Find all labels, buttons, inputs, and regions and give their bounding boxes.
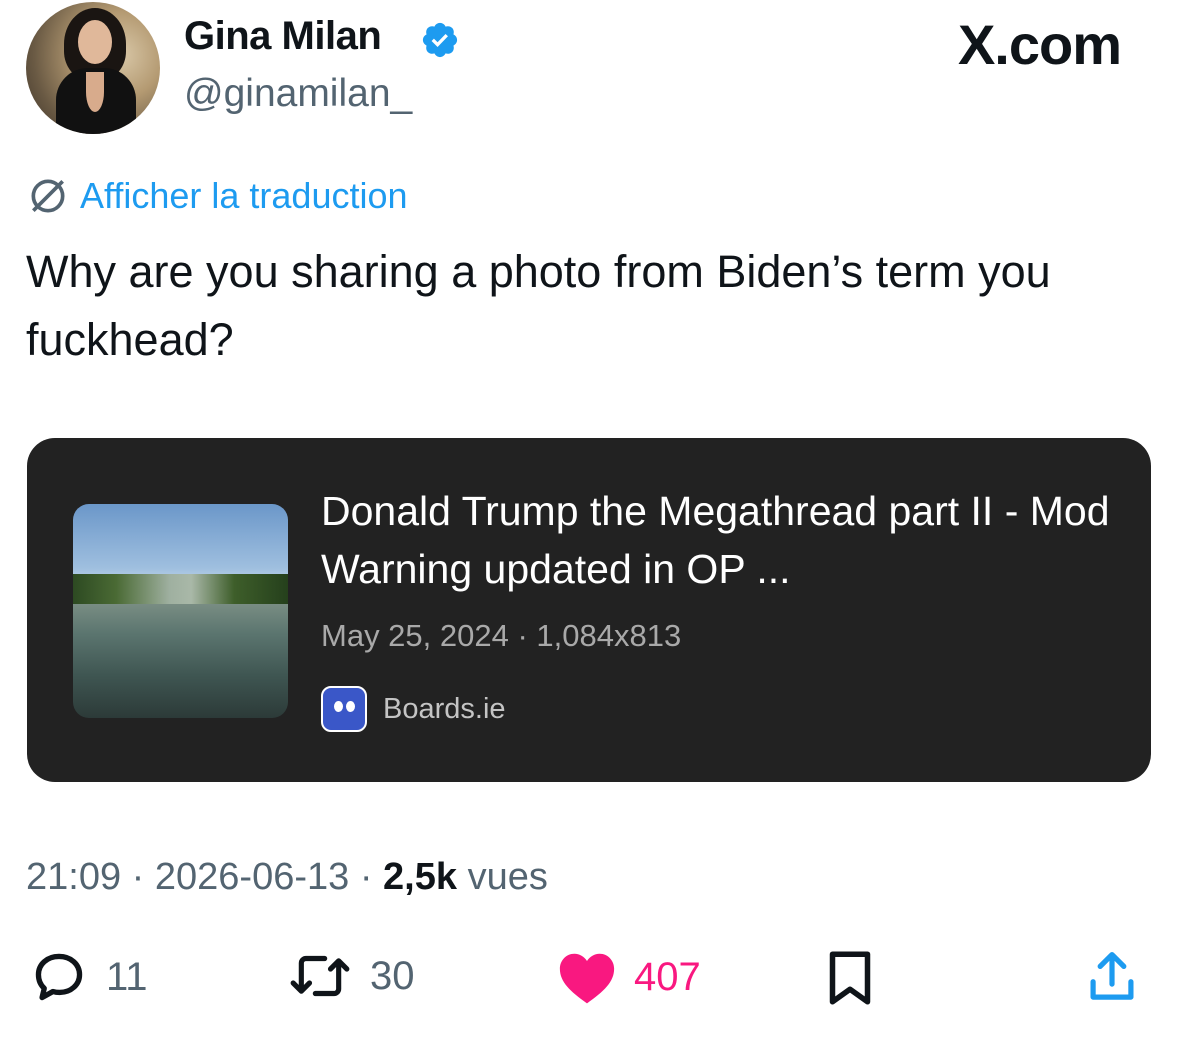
tweet-date[interactable]: 2026-06-13 <box>155 856 349 898</box>
site-label: X.com <box>957 13 1122 76</box>
translate-link[interactable]: Afficher la traduction <box>26 174 408 218</box>
thumbnail-treeline <box>73 574 288 604</box>
views-label: vues <box>467 856 548 898</box>
bookmark-icon <box>829 951 871 1005</box>
share-button[interactable] <box>1086 948 1138 1006</box>
reply-icon <box>35 953 83 1001</box>
meta-separator: · <box>131 856 145 898</box>
translate-label: Afficher la traduction <box>80 175 408 216</box>
reply-button[interactable]: 11 <box>28 948 148 1006</box>
user-handle[interactable]: @ginamilan_ <box>184 72 412 116</box>
card-title: Donald Trump the Megathread part II - Mo… <box>321 488 1110 592</box>
tweet-timestamp: 21:09 · 2026-06-13 · 2,5k vues <box>26 856 548 899</box>
share-icon <box>1090 951 1134 1000</box>
bookmark-button[interactable] <box>822 948 878 1008</box>
avatar-face <box>78 20 112 64</box>
embedded-image-card[interactable]: Donald Trump the Megathread part II - Mo… <box>27 438 1151 782</box>
card-source-label: Boards.ie <box>383 692 506 725</box>
tweet-text: Why are you sharing a photo from Biden’s… <box>26 246 1051 365</box>
card-source: Boards.ie <box>321 686 506 732</box>
boards-logo-icon <box>321 686 367 732</box>
repost-count: 30 <box>370 953 415 998</box>
meta-separator: · <box>359 856 373 898</box>
avatar-neckline <box>86 72 104 112</box>
views-count: 2,5k <box>383 856 458 898</box>
avatar[interactable] <box>26 2 160 134</box>
display-name[interactable]: Gina Milan <box>184 14 382 59</box>
like-button[interactable]: 407 <box>556 948 701 1006</box>
repost-icon <box>290 955 350 997</box>
heart-icon <box>559 953 615 1004</box>
like-count: 407 <box>634 954 701 999</box>
verified-badge-icon <box>422 22 458 58</box>
reply-count: 11 <box>106 954 148 999</box>
repost-button[interactable]: 30 <box>286 948 415 1004</box>
card-thumbnail <box>73 504 288 718</box>
card-meta: May 25, 2024 · 1,084x813 <box>321 618 682 653</box>
tweet-time[interactable]: 21:09 <box>26 856 121 898</box>
globe-slash-icon <box>31 179 65 213</box>
